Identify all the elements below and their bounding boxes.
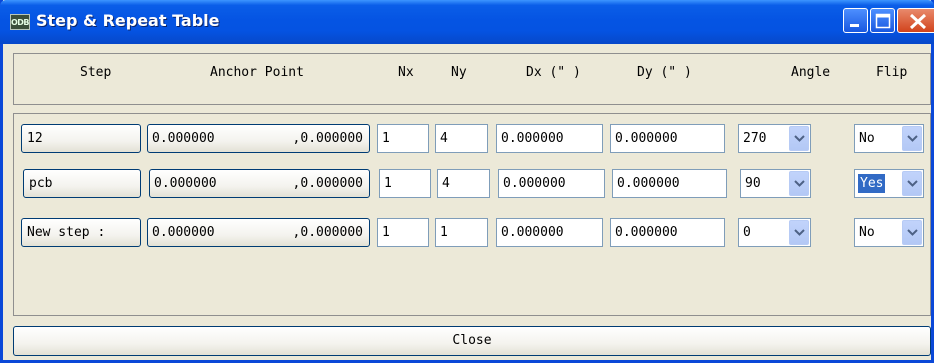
dx-field[interactable]: 0.000000 bbox=[496, 218, 603, 247]
col-step: Step bbox=[80, 65, 112, 80]
anchor-x: 0.000000 bbox=[154, 176, 217, 191]
minimize-button[interactable] bbox=[843, 8, 868, 33]
step-button[interactable]: pcb bbox=[23, 169, 141, 198]
nx-field[interactable]: 1 bbox=[377, 218, 429, 247]
col-nx: Nx bbox=[398, 65, 414, 80]
step-rows-panel: 12 0.000000 ,0.000000 1 4 0.000000 0.000… bbox=[13, 113, 931, 316]
angle-dropdown-button[interactable] bbox=[789, 171, 809, 196]
angle-select[interactable]: 0 bbox=[738, 218, 811, 247]
angle-value: 270 bbox=[743, 131, 767, 146]
anchor-y: ,0.000000 bbox=[292, 225, 363, 240]
flip-dropdown-button[interactable] bbox=[902, 171, 922, 196]
anchor-x: 0.000000 bbox=[152, 131, 215, 146]
angle-value: 0 bbox=[743, 225, 751, 240]
step-button[interactable]: 12 bbox=[21, 124, 141, 153]
flip-value: No bbox=[859, 225, 875, 240]
angle-select[interactable]: 90 bbox=[740, 169, 811, 198]
dy-field[interactable]: 0.000000 bbox=[610, 218, 725, 247]
minimize-icon bbox=[850, 24, 859, 27]
angle-dropdown-button[interactable] bbox=[789, 126, 809, 151]
chevron-down-icon bbox=[907, 135, 918, 142]
flip-select[interactable]: No bbox=[854, 124, 924, 153]
ny-field[interactable]: 1 bbox=[435, 218, 488, 247]
col-anchor-point: Anchor Point bbox=[210, 65, 304, 80]
anchor-y: ,0.000000 bbox=[292, 176, 363, 191]
anchor-x: 0.000000 bbox=[152, 225, 215, 240]
flip-dropdown-button[interactable] bbox=[902, 220, 922, 245]
anchor-point-button[interactable]: 0.000000 ,0.000000 bbox=[149, 169, 370, 198]
anchor-point-button[interactable]: 0.000000 ,0.000000 bbox=[147, 124, 370, 153]
dx-field[interactable]: 0.000000 bbox=[498, 169, 605, 198]
step-repeat-window: ODB Step & Repeat Table Step Anchor Poin… bbox=[0, 0, 934, 363]
chevron-down-icon bbox=[794, 229, 805, 236]
dy-field[interactable]: 0.000000 bbox=[610, 124, 725, 153]
col-ny: Ny bbox=[451, 65, 467, 80]
step-button[interactable]: New step : bbox=[21, 218, 141, 247]
flip-value: No bbox=[859, 131, 875, 146]
app-icon: ODB bbox=[10, 14, 30, 30]
flip-dropdown-button[interactable] bbox=[902, 126, 922, 151]
anchor-y: ,0.000000 bbox=[292, 131, 363, 146]
maximize-icon bbox=[875, 13, 891, 29]
anchor-point-button[interactable]: 0.000000 ,0.000000 bbox=[147, 218, 370, 247]
column-header-panel: Step Anchor Point Nx Ny Dx (" ) Dy (" ) … bbox=[13, 53, 931, 105]
ny-field[interactable]: 4 bbox=[437, 169, 490, 198]
ny-field[interactable]: 4 bbox=[435, 124, 488, 153]
window-title: Step & Repeat Table bbox=[36, 11, 220, 30]
flip-value: Yes bbox=[858, 174, 886, 193]
nx-field[interactable]: 1 bbox=[379, 169, 431, 198]
dx-field[interactable]: 0.000000 bbox=[496, 124, 603, 153]
close-icon bbox=[909, 13, 927, 30]
flip-select[interactable]: Yes bbox=[854, 169, 924, 198]
angle-value: 90 bbox=[745, 176, 761, 191]
chevron-down-icon bbox=[907, 180, 918, 187]
angle-select[interactable]: 270 bbox=[738, 124, 811, 153]
close-button[interactable]: Close bbox=[13, 326, 931, 356]
chevron-down-icon bbox=[794, 180, 805, 187]
nx-field[interactable]: 1 bbox=[377, 124, 429, 153]
chevron-down-icon bbox=[907, 229, 918, 236]
col-angle: Angle bbox=[791, 65, 831, 80]
col-dx: Dx (" ) bbox=[526, 65, 581, 80]
flip-select[interactable]: No bbox=[854, 218, 924, 247]
close-window-button[interactable] bbox=[897, 8, 934, 33]
title-bar[interactable]: ODB Step & Repeat Table bbox=[0, 0, 934, 44]
maximize-button[interactable] bbox=[870, 8, 895, 33]
chevron-down-icon bbox=[794, 135, 805, 142]
dy-field[interactable]: 0.000000 bbox=[612, 169, 727, 198]
col-flip: Flip bbox=[876, 65, 908, 80]
angle-dropdown-button[interactable] bbox=[789, 220, 809, 245]
col-dy: Dy (" ) bbox=[637, 65, 692, 80]
